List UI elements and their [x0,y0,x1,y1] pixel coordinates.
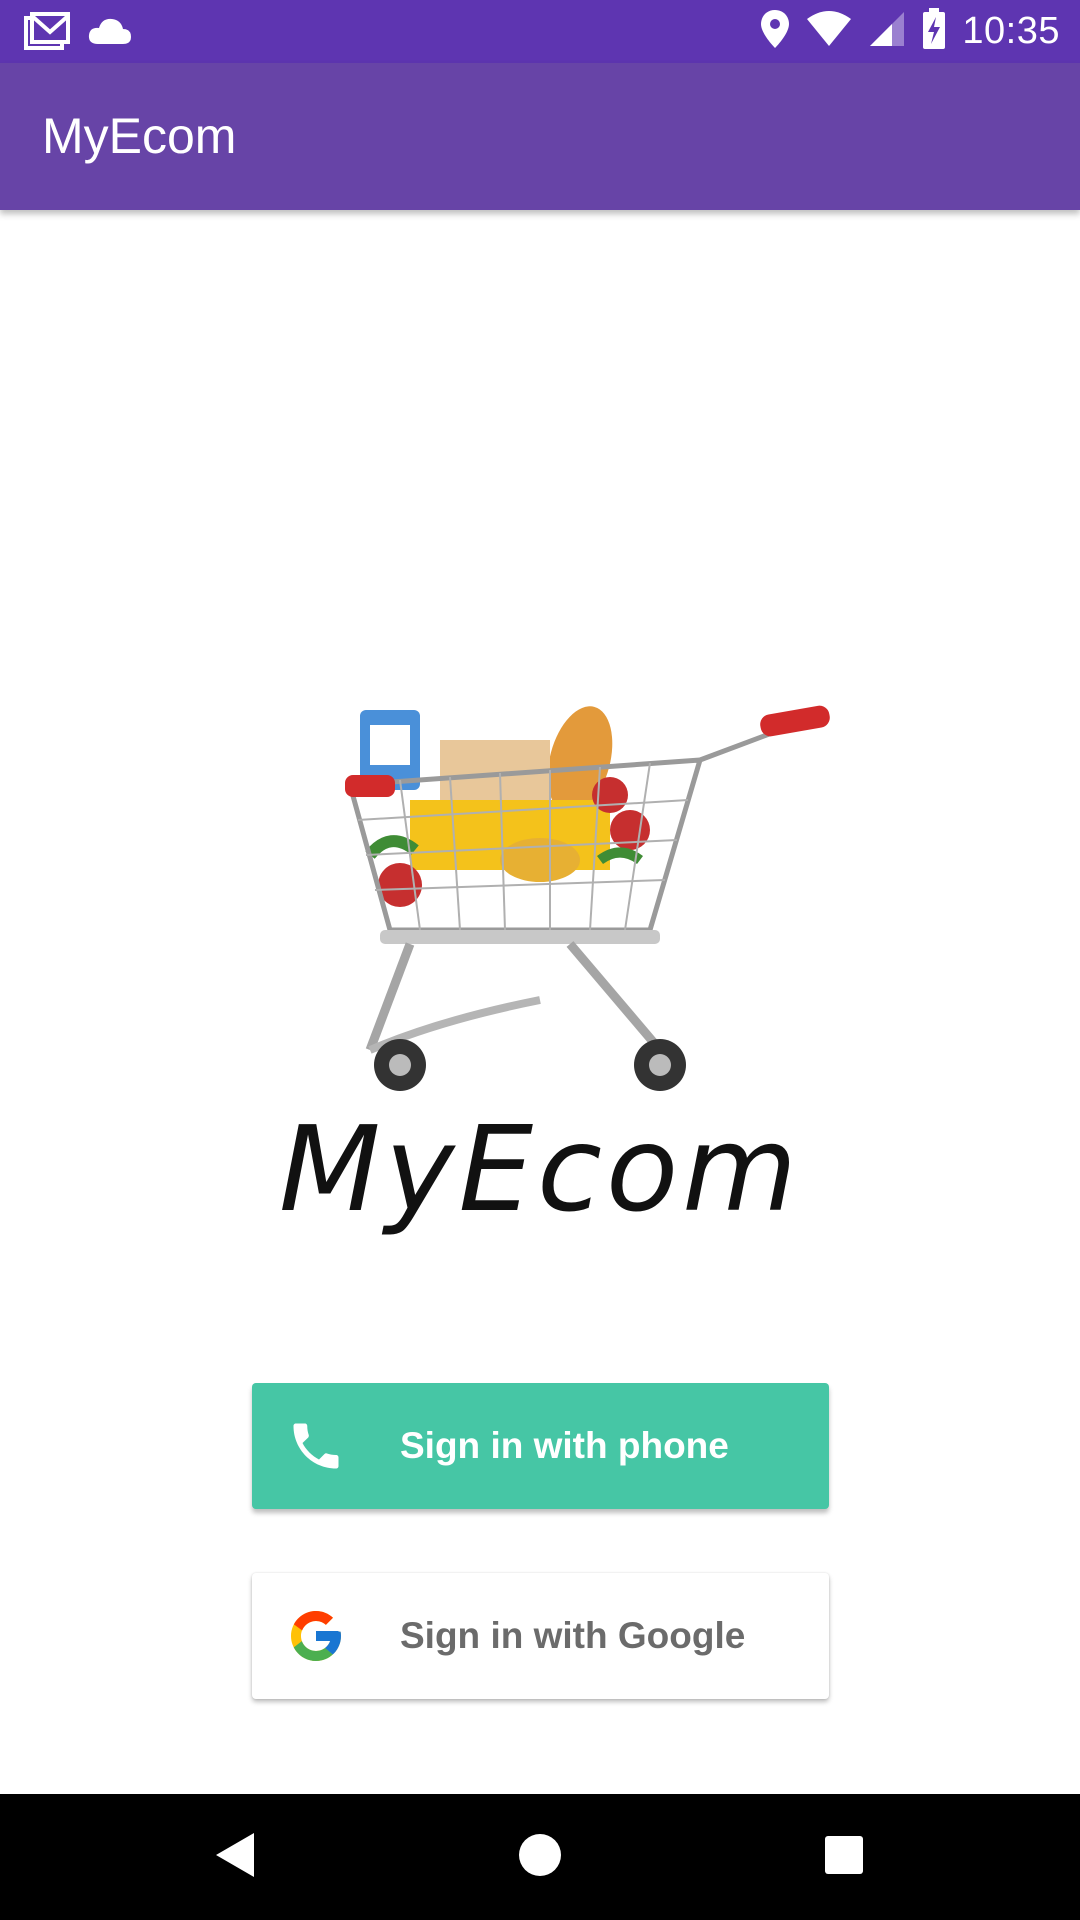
signal-icon [868,11,906,52]
back-icon [214,1831,258,1884]
sign-in-phone-button[interactable]: Sign in with phone [252,1383,829,1509]
sign-in-google-label: Sign in with Google [400,1615,746,1656]
app-title: MyEcom [42,108,237,164]
gmail-icon [24,12,70,55]
home-icon [518,1833,562,1882]
app-logo: MyEcom [240,680,840,1240]
status-bar: 10:35 [0,0,1080,63]
logo-wordmark: MyEcom [278,1100,802,1238]
home-button[interactable] [480,1794,600,1920]
google-icon [286,1606,346,1666]
cloud-icon [88,16,132,51]
location-icon [760,9,790,54]
status-time: 10:35 [962,10,1060,52]
phone-icon [286,1416,346,1476]
back-button[interactable] [176,1794,296,1920]
status-right-icons: 10:35 [760,8,1060,55]
recents-button[interactable] [784,1794,904,1920]
shopping-cart-icon [345,705,830,1091]
sign-in-google-button[interactable]: Sign in with Google [252,1573,829,1699]
recents-icon [824,1835,864,1880]
wifi-icon [806,11,852,52]
navigation-bar [0,1794,1080,1920]
app-bar: MyEcom [0,63,1080,210]
battery-charging-icon [922,8,946,55]
status-left-icons [24,12,132,55]
sign-in-phone-label: Sign in with phone [400,1425,729,1466]
